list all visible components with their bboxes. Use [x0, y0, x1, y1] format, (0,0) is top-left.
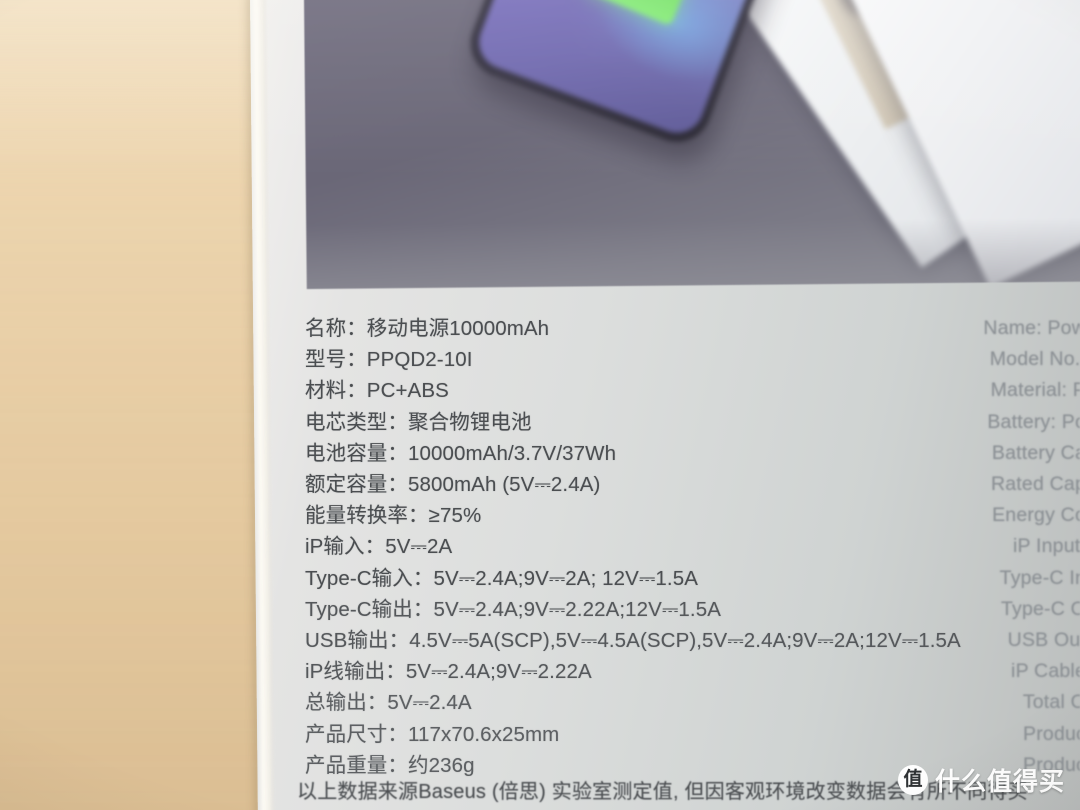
- spec-line-en: Name: Pow: [983, 317, 1080, 339]
- watermark-badge-icon: 值: [898, 765, 928, 795]
- spec-line-en: Type-C O: [1000, 597, 1080, 620]
- spec-list-english: Name: Pow Model No.: Material: P Battery…: [700, 313, 1080, 781]
- smartphone: Quick Charging: [460, 0, 791, 152]
- spec-line-en: iP Cable: [1011, 660, 1080, 683]
- printed-photo-panel-wrap: Quick Charging: [0, 0, 1080, 330]
- spec-line-en: Battery Ca: [991, 441, 1080, 464]
- phone-screen: Quick Charging: [471, 0, 781, 141]
- spec-line-en: Model No.:: [989, 348, 1080, 371]
- spec-line-en: Material: P: [990, 379, 1080, 402]
- product-package-photo: Quick Charging 名称：移动电源10000mAh 型号：PPQD2-…: [0, 0, 1080, 810]
- spec-line-en: Produc: [1023, 722, 1080, 745]
- spec-line-en: Energy Co: [992, 504, 1080, 527]
- spec-line-en: Rated Cap: [990, 473, 1080, 496]
- spec-line-en: Total O: [1022, 691, 1080, 714]
- spec-line-en: USB Out: [1007, 629, 1080, 652]
- panel-bottom-fade: [306, 217, 1080, 290]
- watermark-label: 什么值得买: [935, 768, 1066, 796]
- watermark: 值 什么值得买: [898, 762, 1065, 798]
- spec-line-en: Battery: Po: [987, 410, 1080, 433]
- printed-photo-panel: Quick Charging: [303, 0, 1080, 290]
- spec-line-en: iP Input:: [1013, 535, 1080, 558]
- screen-glow: [575, 0, 781, 141]
- spec-line-en: Type-C In: [999, 566, 1080, 589]
